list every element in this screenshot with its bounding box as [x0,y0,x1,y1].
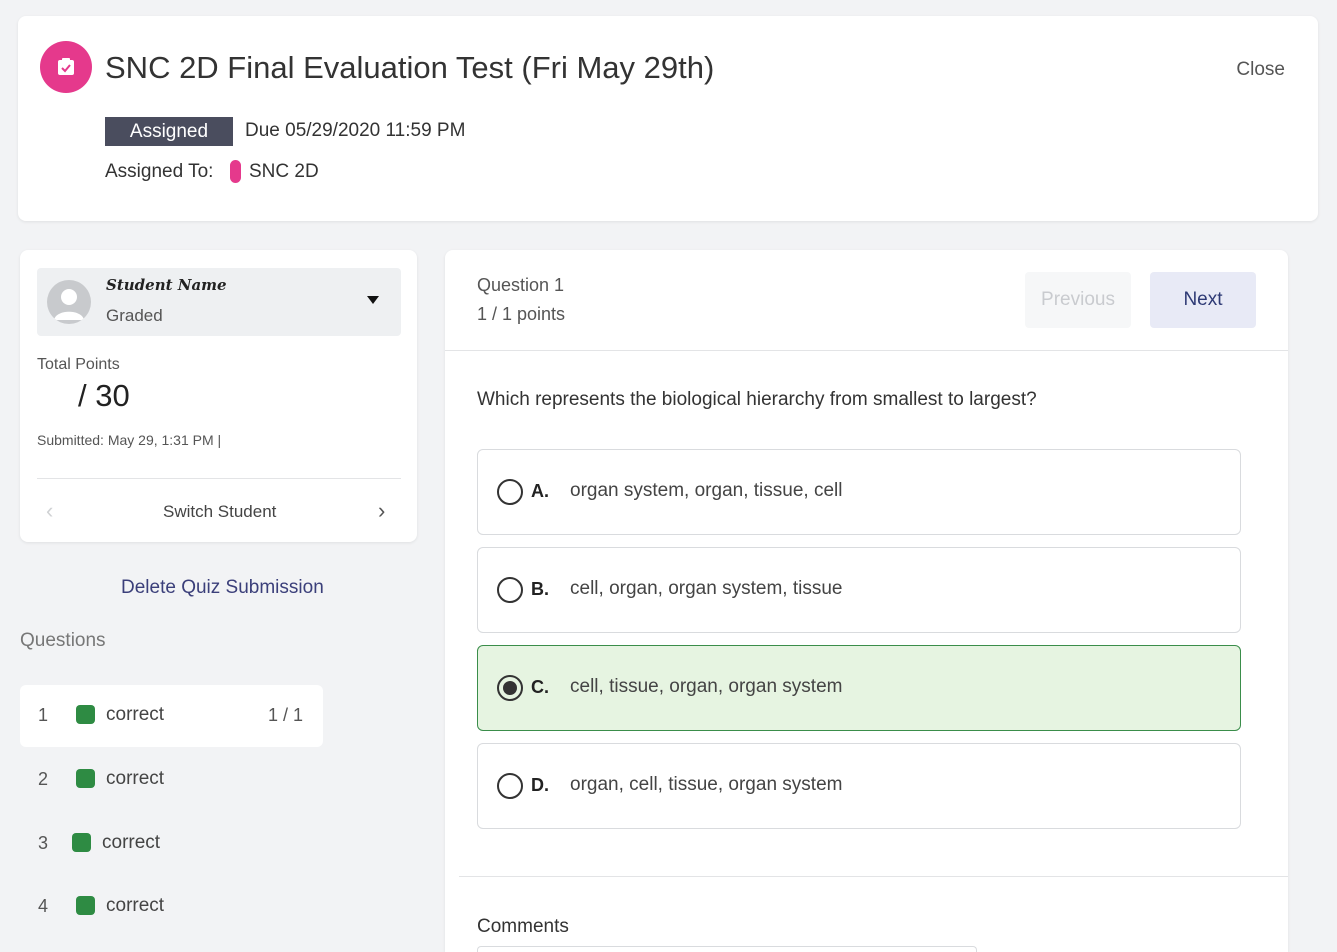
questions-heading: Questions [20,630,106,651]
comments-label: Comments [477,916,569,937]
option-letter: B. [531,579,549,599]
class-color-tag [230,160,241,183]
assignment-header: SNC 2D Final Evaluation Test (Fri May 29… [18,16,1318,221]
question-status: correct [106,704,165,725]
assigned-class: SNC 2D [249,161,319,182]
chevron-right-icon[interactable]: › [378,500,385,522]
assignment-icon [40,41,92,93]
answer-option-a[interactable]: A. organ system, organ, tissue, cell [477,449,1241,535]
chevron-left-icon[interactable]: ‹ [46,500,53,522]
question-status: correct [102,832,161,853]
correct-indicator-icon [76,705,95,724]
divider [445,350,1288,351]
answer-option-b[interactable]: B. cell, organ, organ system, tissue [477,547,1241,633]
student-name: Student Name [106,276,227,294]
divider [459,876,1288,877]
radio-icon[interactable] [497,773,523,799]
delete-submission-link[interactable]: Delete Quiz Submission [121,577,324,599]
student-card: Student Name Graded Total Points / 30 Su… [20,250,417,542]
question-status: correct [106,768,165,789]
question-list-item[interactable]: 3 correct [20,813,323,875]
submitted-time: Submitted: May 29, 1:31 PM | [37,432,222,448]
question-list-item[interactable]: 1 correct 1 / 1 [20,685,323,747]
next-button[interactable]: Next [1150,272,1256,328]
option-text: organ, cell, tissue, organ system [570,774,843,795]
radio-icon[interactable] [497,479,523,505]
option-letter: C. [531,677,549,697]
student-selector[interactable]: Student Name Graded [37,268,401,336]
question-number: 3 [38,833,49,853]
question-list-item[interactable]: 2 correct [20,749,323,811]
answer-option-c[interactable]: C. cell, tissue, organ, organ system [477,645,1241,731]
question-status: correct [106,895,165,916]
assigned-to-label: Assigned To: [105,161,214,182]
status-badge: Assigned [105,117,233,146]
avatar-icon [47,280,91,324]
due-date: Due 05/29/2020 11:59 PM [245,120,466,141]
option-text: organ system, organ, tissue, cell [570,480,843,501]
option-letter: D. [531,775,549,795]
student-status: Graded [106,306,163,325]
total-points-value: / 30 [78,378,130,413]
divider [37,478,401,479]
switch-student-label: Switch Student [163,502,277,521]
question-number: 2 [38,769,49,789]
correct-indicator-icon [76,896,95,915]
correct-indicator-icon [76,769,95,788]
option-text: cell, organ, organ system, tissue [570,578,843,599]
answer-option-d[interactable]: D. organ, cell, tissue, organ system [477,743,1241,829]
page-title: SNC 2D Final Evaluation Test (Fri May 29… [105,50,715,85]
option-letter: A. [531,481,549,501]
question-title: Question 1 [477,275,565,295]
option-text: cell, tissue, organ, organ system [570,676,843,697]
chevron-down-icon[interactable] [367,296,379,304]
question-text: Which represents the biological hierarch… [477,389,1037,410]
question-number: 4 [38,896,49,916]
total-points-label: Total Points [37,356,120,373]
radio-selected-icon[interactable] [497,675,523,701]
question-number: 1 [38,705,49,725]
comments-input[interactable] [477,946,977,952]
question-list-item[interactable]: 4 correct [20,876,323,938]
question-score: 1 / 1 [268,705,304,725]
previous-button[interactable]: Previous [1025,272,1131,328]
question-panel: Question 1 1 / 1 points Previous Next Wh… [445,250,1288,952]
question-points: 1 / 1 points [477,304,566,324]
radio-icon[interactable] [497,577,523,603]
close-button[interactable]: Close [1236,59,1285,81]
correct-indicator-icon [72,833,91,852]
